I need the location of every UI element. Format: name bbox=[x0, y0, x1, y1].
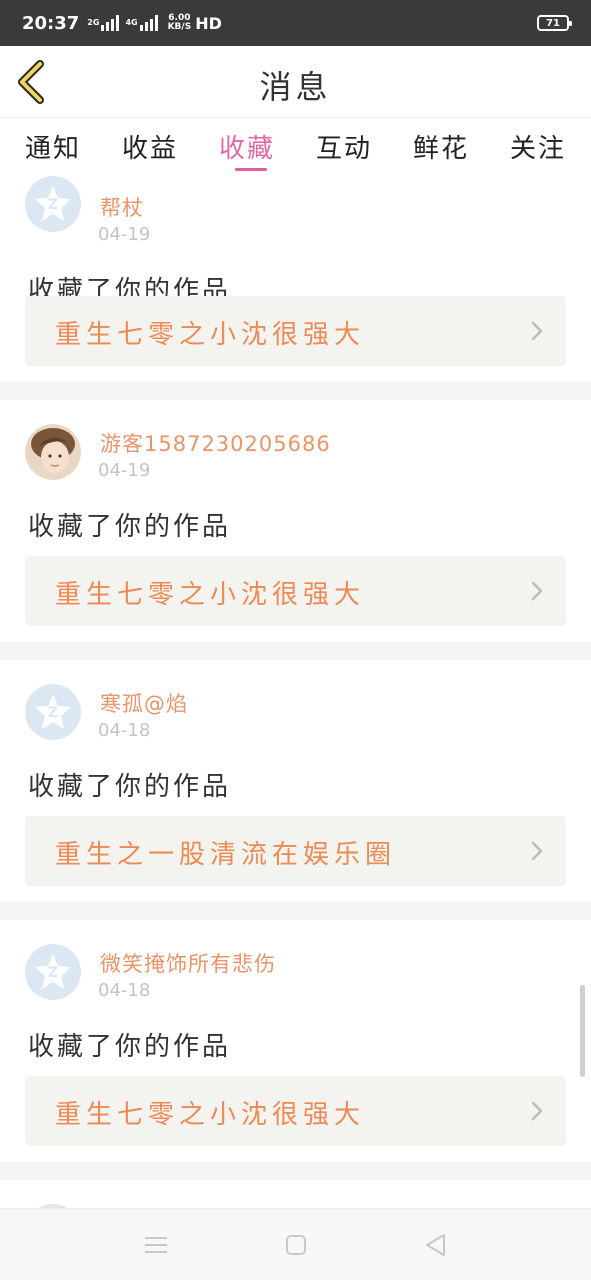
tab-income[interactable]: 收益 bbox=[105, 118, 195, 176]
chevron-right-icon bbox=[531, 321, 543, 341]
top-bar: 消息 bbox=[0, 46, 591, 118]
username[interactable]: 寒孤@焰 bbox=[100, 688, 188, 718]
list-item: Z 微笑掩饰所有悲伤 04-18 收藏了你的作品 重生七零之小沈很强大 bbox=[0, 920, 591, 1162]
tab-bar: 通知 收益 收藏 互动 鲜花 关注 bbox=[0, 118, 591, 176]
scrollbar[interactable] bbox=[580, 985, 585, 1077]
work-title: 重生之一股清流在娱乐圈 bbox=[55, 840, 397, 870]
net-speed-unit: KB/S bbox=[167, 22, 192, 32]
tab-flowers[interactable]: 鲜花 bbox=[396, 118, 486, 176]
menu-icon[interactable] bbox=[142, 1231, 170, 1259]
list-item: 游客1587230205686 04-19 收藏了你的作品 重生七零之小沈很强大 bbox=[0, 400, 591, 642]
chevron-right-icon bbox=[531, 1101, 543, 1121]
list-item: Z 帮杖 04-19 收藏了你的作品 重生七零之小沈很强大 bbox=[0, 176, 591, 382]
message-list[interactable]: Z 帮杖 04-19 收藏了你的作品 重生七零之小沈很强大 游客15872302… bbox=[0, 176, 591, 1208]
default-avatar-icon[interactable]: Z bbox=[25, 684, 81, 740]
default-avatar-icon[interactable]: Z bbox=[25, 176, 81, 232]
default-avatar-icon[interactable]: Z bbox=[25, 944, 81, 1000]
page-title: 消息 bbox=[259, 68, 332, 106]
signal-icon bbox=[101, 15, 120, 31]
tab-interaction[interactable]: 互动 bbox=[299, 118, 389, 176]
system-nav-bar bbox=[0, 1208, 591, 1280]
status-time: 20:37 bbox=[22, 12, 80, 34]
net-speed: 6.00 KB/S bbox=[168, 14, 192, 32]
svg-text:Z: Z bbox=[48, 705, 58, 721]
work-title: 重生七零之小沈很强大 bbox=[55, 320, 366, 350]
work-link[interactable]: 重生七零之小沈很强大 bbox=[25, 296, 566, 366]
list-item: Z 寒孤@焰 04-18 收藏了你的作品 重生之一股清流在娱乐圈 bbox=[0, 660, 591, 902]
home-square-icon[interactable] bbox=[282, 1231, 310, 1259]
hd-indicator: HD bbox=[195, 13, 222, 33]
work-link[interactable]: 重生七零之小沈很强大 bbox=[25, 556, 566, 626]
tab-favorites[interactable]: 收藏 bbox=[202, 118, 292, 176]
action-text: 收藏了你的作品 bbox=[28, 1032, 232, 1062]
message-date: 04-19 bbox=[98, 460, 151, 481]
tab-notice[interactable]: 通知 bbox=[8, 118, 98, 176]
message-date: 04-18 bbox=[98, 980, 151, 1001]
list-item bbox=[0, 1180, 591, 1208]
username[interactable]: 帮杖 bbox=[100, 192, 144, 222]
signal-icon bbox=[139, 15, 158, 31]
user-avatar[interactable] bbox=[25, 424, 81, 480]
message-date: 04-18 bbox=[98, 720, 151, 741]
work-title: 重生七零之小沈很强大 bbox=[55, 580, 366, 610]
battery-level: 71 bbox=[546, 17, 560, 29]
network-type-1: 2G bbox=[87, 18, 100, 27]
battery-icon: 71 bbox=[537, 15, 572, 31]
chevron-right-icon bbox=[531, 581, 543, 601]
svg-text:Z: Z bbox=[48, 197, 58, 213]
username[interactable]: 微笑掩饰所有悲伤 bbox=[100, 948, 276, 978]
back-triangle-icon[interactable] bbox=[422, 1231, 450, 1259]
chevron-right-icon bbox=[531, 841, 543, 861]
work-link[interactable]: 重生七零之小沈很强大 bbox=[25, 1076, 566, 1146]
svg-text:Z: Z bbox=[48, 965, 58, 981]
tab-follow[interactable]: 关注 bbox=[493, 118, 583, 176]
status-bar: 20:37 2G 4G 6.00 KB/S HD 71 bbox=[0, 0, 591, 46]
action-text: 收藏了你的作品 bbox=[28, 512, 232, 542]
message-date: 04-19 bbox=[98, 224, 151, 245]
action-text: 收藏了你的作品 bbox=[28, 772, 232, 802]
network-type-2: 4G bbox=[125, 18, 138, 27]
work-title: 重生七零之小沈很强大 bbox=[55, 1100, 366, 1130]
work-link[interactable]: 重生之一股清流在娱乐圈 bbox=[25, 816, 566, 886]
username[interactable]: 游客1587230205686 bbox=[100, 428, 331, 458]
